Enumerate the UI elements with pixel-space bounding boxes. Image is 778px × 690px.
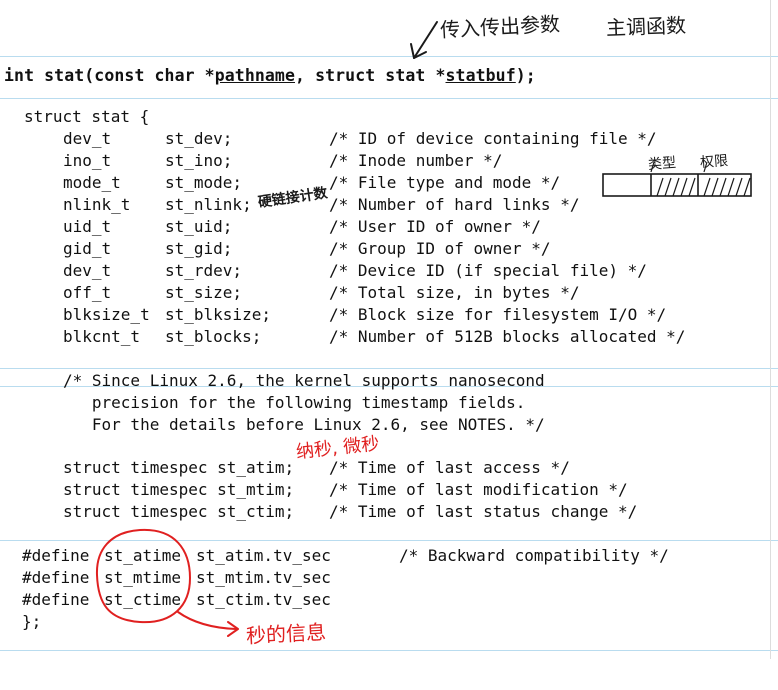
struct-open: struct stat { (24, 107, 150, 126)
note-hard-link-count: 硬链接计数 (257, 185, 329, 211)
struct-field-row: dev_t st_rdev; /* Device ID (if special … (0, 261, 647, 281)
ruled-line (0, 98, 778, 99)
define-macro: st_atime (104, 546, 182, 565)
field-comment: /* Group ID of owner */ (329, 239, 551, 258)
note-seconds-info: 秒的信息 (245, 619, 327, 648)
field-type: gid_t (63, 239, 112, 258)
define-row: #define st_ctime st_ctim.tv_sec (0, 590, 331, 610)
field-type: ino_t (63, 151, 112, 170)
signature-middle: , struct stat * (295, 66, 446, 85)
mode-bitfield-sketch-icon (602, 161, 752, 197)
note-mode-permission: 权限 (699, 153, 729, 171)
field-type: uid_t (63, 217, 112, 236)
field-name: st_rdev; (165, 261, 243, 280)
field-name: st_blocks; (165, 327, 262, 346)
field-comment: /* ID of device containing file */ (329, 129, 657, 148)
define-keyword: #define (22, 568, 90, 587)
field-name: st_gid; (165, 239, 233, 258)
margin-line (770, 0, 771, 659)
field-comment: /* Inode number */ (329, 151, 503, 170)
struct-field-row: nlink_t st_nlink; /* Number of hard link… (0, 195, 579, 215)
field-comment: /* Device ID (if special file) */ (329, 261, 647, 280)
struct-field-row: uid_t st_uid; /* User ID of owner */ (0, 217, 541, 237)
linux-comment-line: For the details before Linux 2.6, see NO… (63, 415, 545, 434)
signature-param-statbuf: statbuf (445, 66, 516, 85)
define-macro: st_mtime (104, 568, 182, 587)
field-type: nlink_t (63, 195, 131, 214)
timespec-row: struct timespec st_mtim; /* Time of last… (0, 480, 628, 500)
field-name: st_nlink; (165, 195, 252, 214)
field-name: st_ino; (165, 151, 233, 170)
struct-field-row: dev_t st_dev; /* ID of device containing… (0, 129, 657, 149)
ruled-line (0, 368, 778, 369)
field-type: off_t (63, 283, 112, 302)
struct-field-row: blksize_t st_blksize; /* Block size for … (0, 305, 666, 325)
struct-field-row: gid_t st_gid; /* Group ID of owner */ (0, 239, 551, 259)
define-row: #define st_atime st_atim.tv_sec /* Backw… (0, 546, 669, 566)
define-value: st_mtim.tv_sec (196, 568, 331, 587)
define-macro: st_ctime (104, 590, 182, 609)
field-comment: /* Number of hard links */ (329, 195, 580, 214)
field-name: st_size; (165, 283, 243, 302)
timespec-row: struct timespec st_atim; /* Time of last… (0, 458, 570, 478)
struct-field-row: mode_t st_mode; /* File type and mode */ (0, 173, 560, 193)
struct-field-row: off_t st_size; /* Total size, in bytes *… (0, 283, 579, 303)
field-type: dev_t (63, 261, 112, 280)
linux-comment-line: /* Since Linux 2.6, the kernel supports … (63, 371, 545, 390)
define-keyword: #define (22, 546, 90, 565)
field-comment: /* Block size for filesystem I/O */ (329, 305, 667, 324)
timespec-comment: /* Time of last modification */ (329, 480, 628, 499)
define-value: st_atim.tv_sec (196, 546, 331, 565)
field-type: blkcnt_t (63, 327, 141, 346)
define-row: #define st_mtime st_mtim.tv_sec (0, 568, 331, 588)
timespec-decl: struct timespec st_atim; (63, 458, 295, 477)
timespec-comment: /* Time of last access */ (329, 458, 570, 477)
define-value: st_ctim.tv_sec (196, 590, 331, 609)
field-name: st_uid; (165, 217, 233, 236)
ruled-line (0, 56, 778, 57)
field-name: st_blksize; (165, 305, 271, 324)
field-type: mode_t (63, 173, 121, 192)
struct-field-row: blkcnt_t st_blocks; /* Number of 512B bl… (0, 327, 685, 347)
ruled-line (0, 650, 778, 651)
signature-prefix: int stat(const char * (4, 66, 215, 85)
function-signature: int stat(const char *pathname, struct st… (4, 66, 536, 85)
notebook-page: 传入传出参数 主调函数 int stat(const char *pathnam… (0, 0, 778, 659)
signature-suffix: ); (515, 66, 536, 85)
timespec-decl: struct timespec st_ctim; (63, 502, 295, 521)
struct-close: }; (22, 612, 42, 631)
right-arrow-icon (177, 611, 239, 637)
field-name: st_dev; (165, 129, 233, 148)
note-io-params: 传入传出参数 (439, 11, 561, 42)
ruled-line (0, 540, 778, 541)
struct-field-row: ino_t st_ino; /* Inode number */ (0, 151, 502, 171)
note-caller-function: 主调函数 (605, 13, 687, 40)
field-comment: /* File type and mode */ (329, 173, 561, 192)
define-keyword: #define (22, 590, 90, 609)
down-left-arrow-icon (410, 21, 438, 59)
timespec-decl: struct timespec st_mtim; (63, 480, 295, 499)
field-comment: /* Number of 512B blocks allocated */ (329, 327, 686, 346)
timespec-row: struct timespec st_ctim; /* Time of last… (0, 502, 637, 522)
field-type: dev_t (63, 129, 112, 148)
field-type: blksize_t (63, 305, 150, 324)
signature-param-pathname: pathname (214, 66, 295, 85)
define-comment: /* Backward compatibility */ (399, 546, 669, 565)
timespec-comment: /* Time of last status change */ (329, 502, 638, 521)
linux-comment-line: precision for the following timestamp fi… (63, 393, 526, 412)
field-name: st_mode; (165, 173, 243, 192)
field-comment: /* Total size, in bytes */ (329, 283, 580, 302)
field-comment: /* User ID of owner */ (329, 217, 541, 236)
note-mode-type: 类型 (647, 155, 677, 173)
